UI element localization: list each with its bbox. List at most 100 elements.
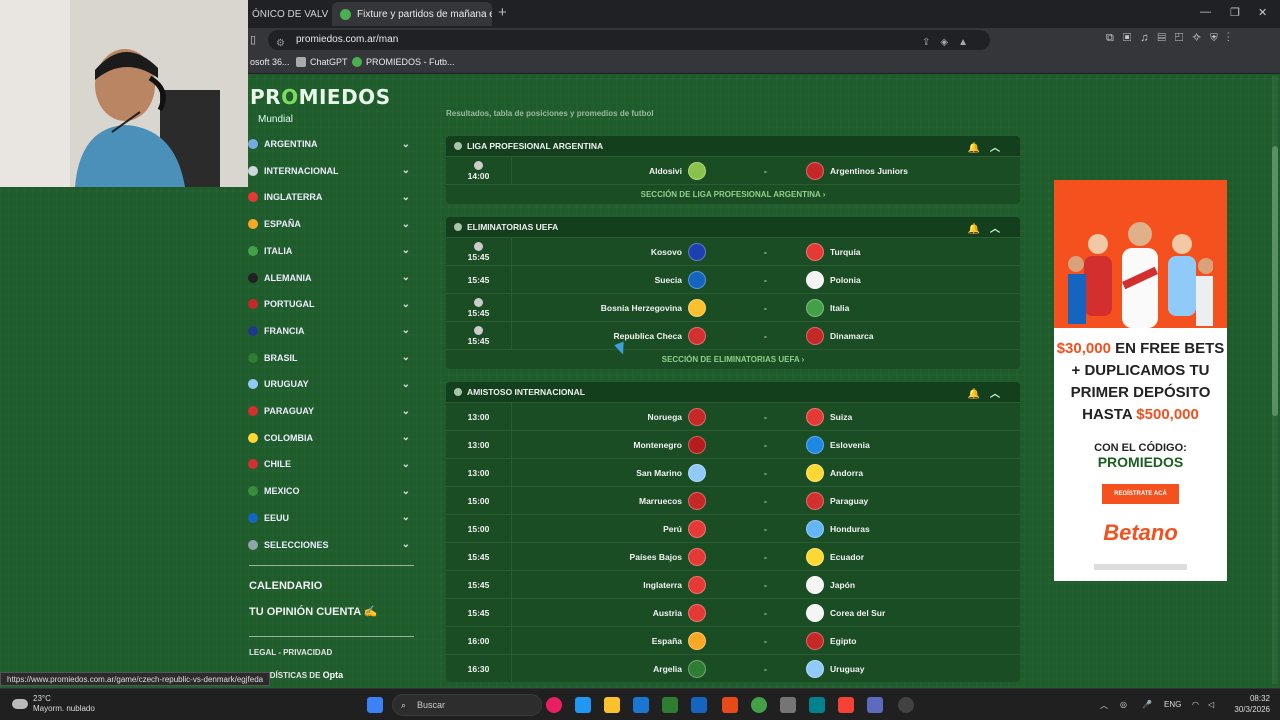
- chevron-down-icon[interactable]: ⌄: [402, 379, 410, 390]
- sidebar-item-chile[interactable]: CHILE ⌄: [248, 451, 414, 477]
- mundial-link[interactable]: Mundial: [258, 114, 293, 125]
- extensions-toolbar-icon[interactable]: ⧉▣♫▤◰✧⛨⋮: [1106, 32, 1239, 45]
- settings-icon[interactable]: [898, 697, 914, 713]
- bookmark-item[interactable]: osoft 36...: [250, 57, 290, 67]
- bookmark-promiedos[interactable]: PROMIEDOS - Futb...: [352, 57, 455, 67]
- taskbar-clock[interactable]: 08:32 30/3/2026: [1224, 693, 1270, 715]
- sidebar-item-paraguay[interactable]: PARAGUAY ⌄: [248, 398, 414, 424]
- match-row[interactable]: 15:45 Países Bajos - Ecuador: [446, 542, 1020, 570]
- calendario-link[interactable]: CALENDARIO: [249, 580, 322, 592]
- sidebar-item-españa[interactable]: ESPAÑA ⌄: [248, 211, 414, 237]
- betano-ad-banner[interactable]: $30,000 EN FREE BETS + DUPLICAMOS TU PRI…: [1054, 180, 1227, 581]
- opinion-link[interactable]: TU OPINIÓN CUENTA ✍️: [249, 605, 378, 618]
- chevron-down-icon[interactable]: ⌄: [402, 486, 410, 497]
- match-row[interactable]: 13:00 Montenegro - Eslovenia: [446, 430, 1020, 458]
- match-row[interactable]: 15:45 Bosnia Herzegovina - Italia: [446, 293, 1020, 321]
- match-row[interactable]: 14:00 Aldosivi - Argentinos Juniors: [446, 156, 1020, 184]
- match-row[interactable]: 16:30 Argelia - Uruguay: [446, 654, 1020, 682]
- chevron-down-icon[interactable]: ⌄: [402, 299, 410, 310]
- sidebar-item-internacional[interactable]: INTERNACIONAL ⌄: [248, 158, 414, 184]
- tray-chevron-icon[interactable]: ︿: [1100, 700, 1108, 711]
- address-bar[interactable]: ⚙ promiedos.com.ar/man ⇪◈▲: [268, 30, 990, 50]
- chevron-down-icon[interactable]: ⌄: [402, 139, 410, 150]
- match-row[interactable]: 13:00 San Marino - Andorra: [446, 458, 1020, 486]
- weather-widget[interactable]: 23°C Mayorm. nublado: [12, 694, 95, 714]
- share-icon[interactable]: ⇪◈▲: [922, 33, 978, 53]
- taskbar-search[interactable]: ⌕ Buscar: [392, 694, 542, 716]
- bell-icon[interactable]: 🔔︿: [968, 385, 1010, 400]
- chevron-down-icon[interactable]: ⌄: [402, 325, 410, 336]
- match-row[interactable]: 16:00 España - Egipto: [446, 626, 1020, 654]
- bookmark-icon[interactable]: ▯: [250, 33, 256, 46]
- sidebar-item-alemania[interactable]: ALEMANIA ⌄: [248, 265, 414, 291]
- mic-icon[interactable]: 🎤: [1142, 700, 1152, 709]
- sidebar-item-mexico[interactable]: MEXICO ⌄: [248, 478, 414, 504]
- tab-inactive[interactable]: ÓNICO DE VALVERD: [244, 2, 328, 26]
- match-row[interactable]: 15:00 Marruecos - Paraguay: [446, 486, 1020, 514]
- chevron-down-icon[interactable]: ⌄: [402, 245, 410, 256]
- promiedos-logo[interactable]: PROMIEDOS: [250, 85, 391, 109]
- scrollbar-thumb[interactable]: [1272, 146, 1278, 416]
- close-window-icon[interactable]: ✕: [1258, 6, 1267, 19]
- app-icon[interactable]: [546, 697, 562, 713]
- league-header[interactable]: AMISTOSO INTERNACIONAL 🔔︿: [446, 382, 1020, 402]
- volume-icon[interactable]: ◁: [1208, 700, 1214, 709]
- chevron-down-icon[interactable]: ⌄: [402, 512, 410, 523]
- chevron-down-icon[interactable]: ⌄: [402, 432, 410, 443]
- wifi-icon[interactable]: ◠: [1192, 700, 1199, 709]
- ad-register-button[interactable]: REGÍSTRATE ACÁ: [1102, 484, 1179, 504]
- sidebar-item-inglaterra[interactable]: INGLATERRA ⌄: [248, 184, 414, 210]
- match-row[interactable]: 15:45 Suecia - Polonia: [446, 265, 1020, 293]
- bell-icon[interactable]: 🔔︿: [968, 220, 1010, 235]
- minimize-icon[interactable]: —: [1200, 6, 1211, 18]
- sidebar-item-selecciones[interactable]: SELECCIONES ⌄: [248, 532, 414, 558]
- match-row[interactable]: 15:45 Austria - Corea del Sur: [446, 598, 1020, 626]
- sidebar-item-uruguay[interactable]: URUGUAY ⌄: [248, 371, 414, 397]
- chevron-down-icon[interactable]: ⌄: [402, 192, 410, 203]
- new-tab-icon[interactable]: +: [498, 4, 507, 21]
- match-row[interactable]: 13:00 Noruega - Suiza: [446, 402, 1020, 430]
- match-row[interactable]: 15:00 Perú - Honduras: [446, 514, 1020, 542]
- excel-icon[interactable]: [662, 697, 678, 713]
- chevron-down-icon[interactable]: ⌄: [402, 165, 410, 176]
- league-header[interactable]: LIGA PROFESIONAL ARGENTINA 🔔︿: [446, 136, 1020, 156]
- sidebar-item-brasil[interactable]: BRASIL ⌄: [248, 345, 414, 371]
- league-section-link[interactable]: SECCIÓN DE LIGA PROFESIONAL ARGENTINA ›: [446, 184, 1020, 204]
- tab-active[interactable]: Fixture y partidos de mañana en ✕: [332, 2, 492, 26]
- chevron-down-icon[interactable]: ⌄: [402, 352, 410, 363]
- league-section-link[interactable]: SECCIÓN DE ELIMINATORIAS UEFA ›: [446, 349, 1020, 369]
- outlook-icon[interactable]: [633, 697, 649, 713]
- sidebar-item-eeuu[interactable]: EEUU ⌄: [248, 505, 414, 531]
- vscode-icon[interactable]: [575, 697, 591, 713]
- tray-icon[interactable]: ◎: [1120, 700, 1127, 709]
- bookmark-chatgpt[interactable]: ChatGPT: [296, 57, 348, 67]
- sidebar-item-portugal[interactable]: PORTUGAL ⌄: [248, 291, 414, 317]
- sidebar-item-argentina[interactable]: ARGENTINA ⌄: [248, 131, 414, 157]
- folder-icon[interactable]: [604, 697, 620, 713]
- page-scrollbar[interactable]: [1272, 76, 1278, 684]
- chrome-icon[interactable]: [751, 697, 767, 713]
- maximize-icon[interactable]: ❐: [1230, 6, 1240, 19]
- match-row[interactable]: 15:45 Kosovo - Turquía: [446, 237, 1020, 265]
- language-indicator[interactable]: ENG: [1164, 700, 1181, 709]
- sidebar-item-colombia[interactable]: COLOMBIA ⌄: [248, 425, 414, 451]
- league-header[interactable]: ELIMINATORIAS UEFA 🔔︿: [446, 217, 1020, 237]
- app-icon[interactable]: [809, 697, 825, 713]
- word-icon[interactable]: [691, 697, 707, 713]
- chevron-down-icon[interactable]: ⌄: [402, 219, 410, 230]
- chevron-down-icon[interactable]: ⌄: [402, 272, 410, 283]
- windows-start-icon[interactable]: [367, 697, 383, 713]
- bell-icon[interactable]: 🔔︿: [968, 139, 1010, 154]
- teams-icon[interactable]: [867, 697, 883, 713]
- match-row[interactable]: 15:45 Inglaterra - Japón: [446, 570, 1020, 598]
- sidebar-item-italia[interactable]: ITALIA ⌄: [248, 238, 414, 264]
- match-row[interactable]: 15:45 Republica Checa - Dinamarca: [446, 321, 1020, 349]
- chevron-down-icon[interactable]: ⌄: [402, 539, 410, 550]
- app-icon[interactable]: [838, 697, 854, 713]
- app-icon[interactable]: [780, 697, 796, 713]
- legal-privacy-links[interactable]: LEGAL - PRIVACIDAD: [249, 648, 332, 657]
- sidebar-item-francia[interactable]: FRANCIA ⌄: [248, 318, 414, 344]
- chevron-down-icon[interactable]: ⌄: [402, 459, 410, 470]
- site-info-icon[interactable]: ⚙: [276, 34, 285, 54]
- brave-icon[interactable]: [722, 697, 738, 713]
